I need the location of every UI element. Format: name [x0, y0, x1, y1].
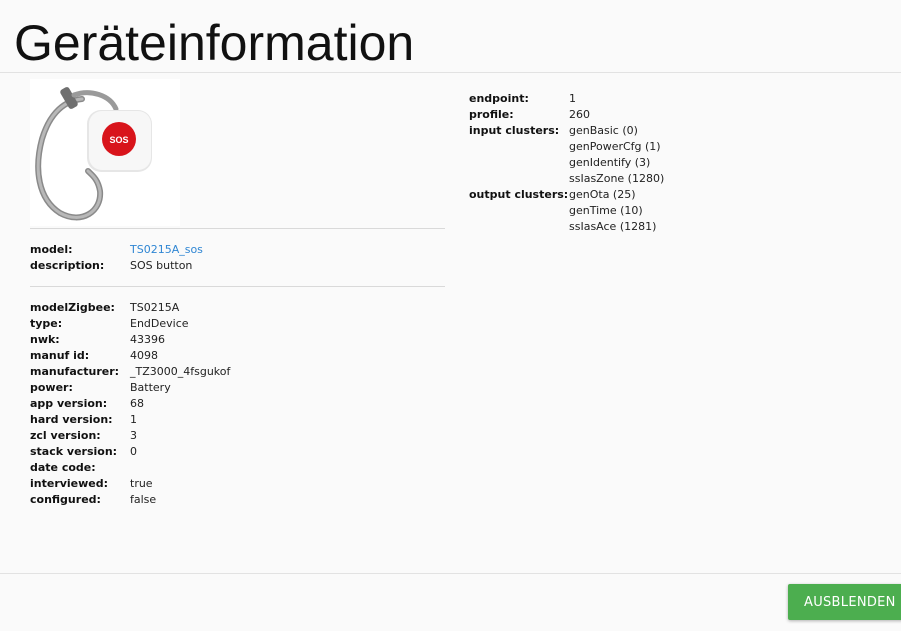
- description-value: SOS button: [130, 259, 193, 272]
- detail-row: hard version: 1: [30, 412, 230, 428]
- cluster-item: genTime (10): [569, 204, 643, 217]
- detail-row: configured: false: [30, 492, 230, 508]
- detail-label: zcl version:: [30, 429, 101, 442]
- detail-value: 43396: [130, 333, 165, 346]
- detail-label: configured:: [30, 493, 101, 506]
- detail-row: power: Battery: [30, 380, 230, 396]
- header-divider: [0, 72, 901, 73]
- cluster-item: genOta (25): [569, 188, 636, 201]
- footer-divider: [0, 573, 901, 574]
- detail-label: app version:: [30, 397, 108, 410]
- detail-label: hard version:: [30, 413, 113, 426]
- detail-label: date code:: [30, 461, 96, 474]
- profile-label: profile:: [469, 108, 514, 121]
- model-label: model:: [30, 243, 73, 256]
- detail-label: type:: [30, 317, 63, 330]
- page-title: Geräteinformation: [14, 15, 415, 71]
- detail-row: nwk: 43396: [30, 332, 230, 348]
- sos-button-device-icon: SOS: [35, 87, 152, 221]
- endpoint-label: endpoint:: [469, 92, 529, 105]
- detail-row: app version: 68: [30, 396, 230, 412]
- detail-row: zcl version: 3: [30, 428, 230, 444]
- endpoint-row: endpoint: 1: [469, 91, 664, 107]
- device-details: modelZigbee: TS0215A type: EndDevice nwk: 4…: [30, 300, 230, 508]
- detail-label: power:: [30, 381, 73, 394]
- sos-badge-text: SOS: [109, 135, 128, 145]
- description-row: description: SOS button: [30, 258, 203, 274]
- detail-row: manufacturer: _TZ3000_4fsgukof: [30, 364, 230, 380]
- detail-value: false: [130, 493, 157, 506]
- output-clusters-list: genOta (25) genTime (10) ssIasAce (1281): [569, 187, 656, 235]
- detail-label: interviewed:: [30, 477, 109, 490]
- cluster-item: genBasic (0): [569, 124, 638, 137]
- input-clusters-list: genBasic (0) genPowerCfg (1) genIdentify…: [569, 123, 664, 187]
- detail-row: manuf id: 4098: [30, 348, 230, 364]
- description-label: description:: [30, 259, 105, 272]
- detail-value: 4098: [130, 349, 158, 362]
- model-section: model: TS0215A_sos description: SOS butt…: [30, 242, 203, 274]
- detail-value: 1: [130, 413, 137, 426]
- output-clusters-label: output clusters:: [469, 188, 569, 201]
- detail-label: manuf id:: [30, 349, 90, 362]
- detail-value: 68: [130, 397, 144, 410]
- endpoint-info: endpoint: 1 profile: 260 input clusters:…: [469, 91, 664, 235]
- section-divider: [30, 286, 445, 287]
- section-divider: [30, 228, 445, 229]
- input-clusters-label: input clusters:: [469, 124, 560, 137]
- output-clusters-row: output clusters: genOta (25) genTime (10…: [469, 187, 664, 235]
- cluster-item: ssIasAce (1281): [569, 220, 657, 233]
- detail-label: nwk:: [30, 333, 60, 346]
- detail-value: 3: [130, 429, 137, 442]
- cluster-item: ssIasZone (1280): [569, 172, 665, 185]
- detail-row: type: EndDevice: [30, 316, 230, 332]
- detail-label: stack version:: [30, 445, 118, 458]
- detail-value: _TZ3000_4fsgukof: [130, 365, 231, 378]
- model-row: model: TS0215A_sos: [30, 242, 203, 258]
- cluster-item: genIdentify (3): [569, 156, 651, 169]
- detail-row: interviewed: true: [30, 476, 230, 492]
- detail-value: 0: [130, 445, 137, 458]
- detail-row: date code:: [30, 460, 230, 476]
- cluster-item: genPowerCfg (1): [569, 140, 661, 153]
- detail-value: TS0215A: [130, 301, 180, 314]
- input-clusters-row: input clusters: genBasic (0) genPowerCfg…: [469, 123, 664, 187]
- device-image: SOS: [30, 79, 180, 226]
- endpoint-value: 1: [569, 92, 576, 105]
- detail-value: Battery: [130, 381, 171, 394]
- hide-button[interactable]: AUSBLENDEN: [788, 584, 901, 620]
- profile-value: 260: [569, 108, 590, 121]
- profile-row: profile: 260: [469, 107, 664, 123]
- detail-row: stack version: 0: [30, 444, 230, 460]
- detail-row: modelZigbee: TS0215A: [30, 300, 230, 316]
- detail-value: true: [130, 477, 153, 490]
- detail-label: manufacturer:: [30, 365, 120, 378]
- detail-value: EndDevice: [130, 317, 189, 330]
- detail-label: modelZigbee:: [30, 301, 115, 314]
- model-link[interactable]: TS0215A_sos: [130, 242, 203, 258]
